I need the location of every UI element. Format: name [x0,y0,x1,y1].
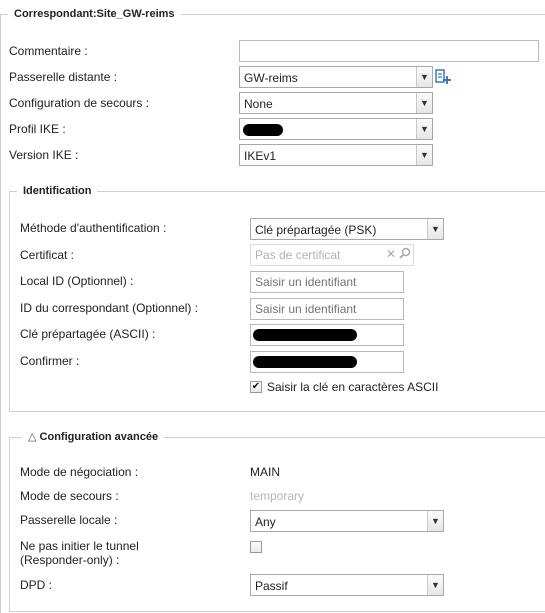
configuration-secours-label: Configuration de secours : [9,96,150,110]
ascii-checkbox-label[interactable]: Saisir la clé en caractères ASCII [267,380,438,394]
methode-value: Clé prépartagée (PSK) [255,223,377,237]
certificat-label: Certificat : [20,248,75,262]
local-id-input[interactable] [250,271,404,293]
methode-label: Méthode d'authentification : [20,221,167,235]
confirmer-label: Confirmer : [20,354,80,368]
dpd-select[interactable]: Passif ▼ [250,574,444,596]
chevron-down-icon: ▼ [427,219,443,239]
profil-ike-label: Profil IKE : [9,122,66,136]
confirmer-input[interactable] [250,351,404,373]
version-ike-value: IKEv1 [244,149,277,163]
responder-only-checkbox[interactable] [250,541,262,553]
local-id-label: Local ID (Optionnel) : [20,274,134,288]
passerelle-distante-value: GW-reims [244,71,298,85]
redacted-value [243,124,283,136]
chevron-down-icon: ▼ [416,119,432,139]
dpd-value: Passif [255,579,288,593]
commentaire-label: Commentaire : [9,44,88,58]
id-correspondant-input[interactable] [250,298,404,320]
dpd-label: DPD : [20,578,53,592]
id-correspondant-label: ID du correspondant (Optionnel) : [20,301,199,315]
passerelle-locale-label: Passerelle locale : [20,513,118,527]
collapse-triangle-icon[interactable]: △ [28,431,36,443]
advanced-legend[interactable]: △ Configuration avancée [22,430,165,443]
version-ike-select[interactable]: IKEv1 ▼ [239,144,433,166]
mode-secours-value: temporary [250,489,305,503]
configuration-secours-value: None [244,97,273,111]
mode-negociation-value: MAIN [250,465,280,479]
chevron-down-icon: ▼ [416,67,432,87]
checkmark-icon: ✔ [251,381,261,392]
mode-negociation-label: Mode de négociation : [20,465,139,479]
certificat-field[interactable]: Pas de certificat ✕ [250,244,414,266]
mode-secours-label: Mode de secours : [20,489,119,503]
responder-label-line2: (Responder-only) : [20,553,120,567]
passerelle-distante-label: Passerelle distante : [9,70,118,84]
advanced-legend-text: Configuration avancée [39,431,159,443]
chevron-down-icon: ▼ [427,511,443,531]
ascii-checkbox[interactable]: ✔ [250,381,262,393]
passerelle-locale-value: Any [255,515,276,529]
correspondant-legend: Correspondant:Site_GW-reims [8,8,181,20]
passerelle-locale-select[interactable]: Any ▼ [250,510,444,532]
commentaire-input[interactable] [239,40,539,62]
close-icon[interactable]: ✕ [386,247,396,262]
configuration-secours-select[interactable]: None ▼ [239,92,433,114]
cle-label: Clé prépartagée (ASCII) : [20,327,156,341]
passerelle-distante-select[interactable]: GW-reims ▼ [239,66,433,88]
methode-select[interactable]: Clé prépartagée (PSK) ▼ [250,218,444,240]
profil-ike-select[interactable]: ▼ [239,118,433,140]
chevron-down-icon: ▼ [416,145,432,165]
redacted-value [253,329,357,341]
search-icon[interactable] [399,247,411,262]
chevron-down-icon: ▼ [427,575,443,595]
identification-legend: Identification [17,185,98,197]
add-object-icon[interactable] [434,67,452,87]
version-ike-label: Version IKE : [9,148,79,162]
responder-label-line1: Ne pas initier le tunnel [20,539,139,553]
certificat-placeholder: Pas de certificat [255,248,341,262]
redacted-value [253,356,357,368]
chevron-down-icon: ▼ [416,93,432,113]
cle-input[interactable] [250,324,404,346]
